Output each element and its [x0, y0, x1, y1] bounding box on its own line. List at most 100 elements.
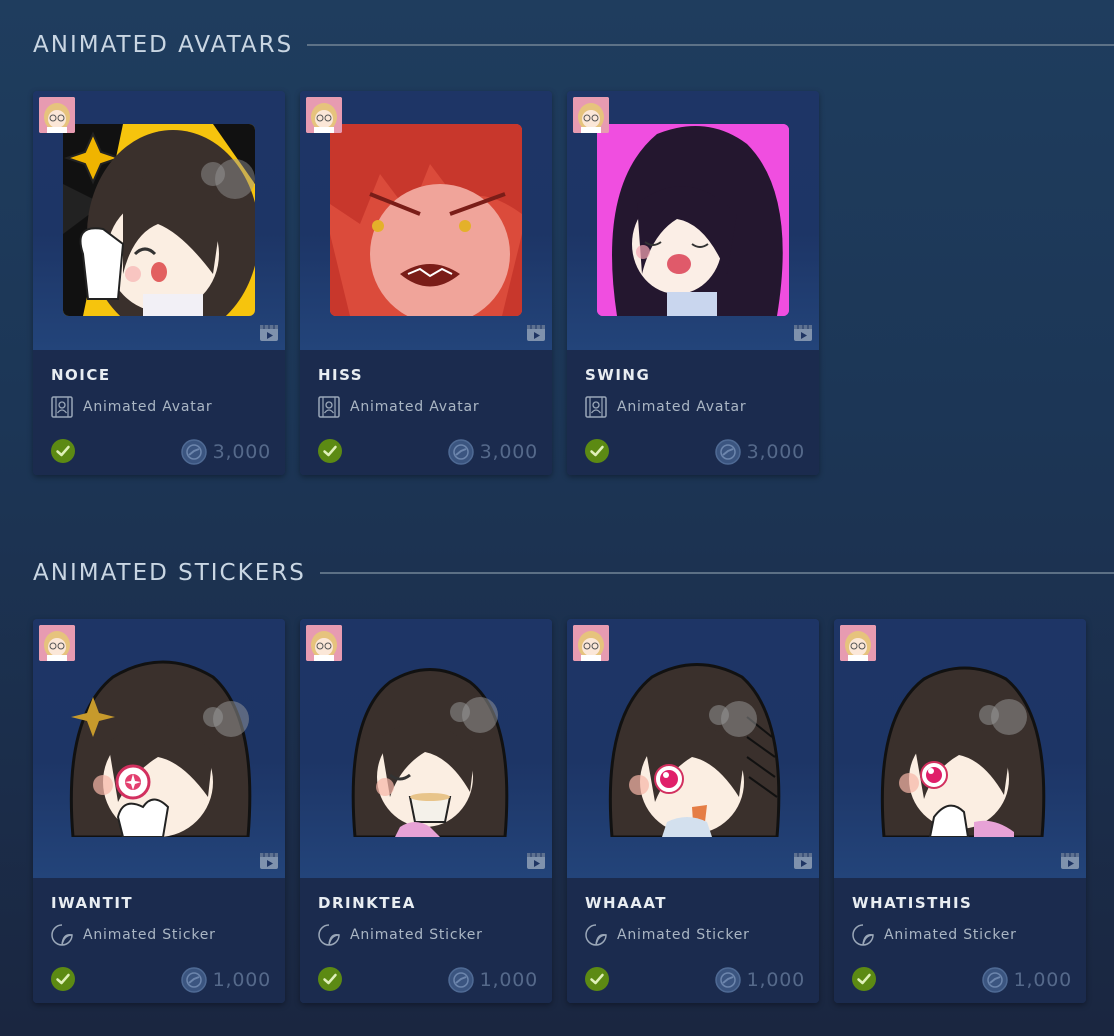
- whatisthis-artwork: [880, 666, 1046, 837]
- video-clip-icon: [1061, 853, 1079, 869]
- price: 3,000: [447, 439, 538, 465]
- item-card-iwantit[interactable]: IWANTIT Animated Sticker 1,000: [33, 619, 285, 1003]
- video-clip-icon: [260, 325, 278, 341]
- item-preview[interactable]: [567, 91, 819, 350]
- item-type-label: Animated Avatar: [83, 399, 213, 415]
- whaaat-artwork: [608, 663, 781, 837]
- noice-artwork: [63, 124, 255, 316]
- item-info: WHATISTHIS Animated Sticker 1,000: [834, 878, 1086, 1003]
- swing-artwork: [597, 124, 789, 316]
- item-preview[interactable]: [33, 619, 285, 878]
- section-header: ANIMATED AVATARS: [33, 30, 1114, 60]
- item-type: Animated Sticker: [318, 924, 483, 946]
- item-info: WHAAAT Animated Sticker 1,000: [567, 878, 819, 1003]
- item-name[interactable]: SWING: [585, 366, 650, 384]
- video-clip-icon: [527, 853, 545, 869]
- creator-avatar[interactable]: [306, 625, 342, 661]
- creator-avatar[interactable]: [39, 625, 75, 661]
- item-type-label: Animated Sticker: [617, 927, 750, 943]
- item-name[interactable]: IWANTIT: [51, 894, 133, 912]
- item-card-noice[interactable]: NOICE Animated Avatar 3,000: [33, 91, 285, 475]
- video-clip-icon: [794, 853, 812, 869]
- section-title: ANIMATED AVATARS: [33, 32, 294, 58]
- creator-avatar[interactable]: [573, 625, 609, 661]
- sticker-peel-icon: [585, 924, 607, 946]
- price: 1,000: [447, 967, 538, 993]
- price-value: 1,000: [212, 969, 271, 991]
- avatar-film-icon: [318, 396, 340, 418]
- price-value: 3,000: [479, 441, 538, 463]
- item-type: Animated Sticker: [852, 924, 1017, 946]
- steam-points-icon: [714, 439, 741, 465]
- item-name[interactable]: DRINKTEA: [318, 894, 416, 912]
- check-circle-icon: [318, 439, 342, 463]
- item-preview[interactable]: [300, 619, 552, 878]
- item-type-label: Animated Sticker: [83, 927, 216, 943]
- item-preview[interactable]: [567, 619, 819, 878]
- section-header: ANIMATED STICKERS: [33, 558, 1114, 588]
- check-circle-icon: [585, 439, 609, 463]
- video-clip-icon: [260, 853, 278, 869]
- item-card-hiss[interactable]: HISS Animated Avatar 3,000: [300, 91, 552, 475]
- item-card-whatisthis[interactable]: WHATISTHIS Animated Sticker 1,000: [834, 619, 1086, 1003]
- price: 3,000: [180, 439, 271, 465]
- avatar-film-icon: [585, 396, 607, 418]
- sticker-peel-icon: [852, 924, 874, 946]
- steam-points-icon: [714, 967, 741, 993]
- creator-avatar[interactable]: [39, 97, 75, 133]
- item-preview[interactable]: [834, 619, 1086, 878]
- price: 1,000: [981, 967, 1072, 993]
- check-circle-icon: [585, 967, 609, 991]
- steam-points-icon: [180, 967, 207, 993]
- sticker-artwork: [330, 657, 522, 837]
- steam-points-icon: [447, 967, 474, 993]
- iwantit-artwork: [69, 660, 252, 837]
- item-card-drinktea[interactable]: DRINKTEA Animated Sticker 1,000: [300, 619, 552, 1003]
- steam-points-icon: [447, 439, 474, 465]
- price: 1,000: [714, 967, 805, 993]
- item-type: Animated Avatar: [318, 396, 479, 418]
- item-type: Animated Avatar: [51, 396, 212, 418]
- price-value: 1,000: [479, 969, 538, 991]
- item-type-label: Animated Avatar: [350, 399, 480, 415]
- price: 1,000: [180, 967, 271, 993]
- section-animated-stickers: ANIMATED STICKERS IWANTIT Animated Stick…: [0, 556, 1114, 1016]
- item-preview[interactable]: [33, 91, 285, 350]
- creator-avatar[interactable]: [306, 97, 342, 133]
- check-circle-icon: [318, 967, 342, 991]
- item-name[interactable]: WHATISTHIS: [852, 894, 972, 912]
- drinktea-artwork: [351, 668, 509, 837]
- video-clip-icon: [794, 325, 812, 341]
- item-info: SWING Animated Avatar 3,000: [567, 350, 819, 475]
- item-name[interactable]: WHAAAT: [585, 894, 667, 912]
- item-type: Animated Sticker: [51, 924, 216, 946]
- price-value: 1,000: [746, 969, 805, 991]
- price-value: 1,000: [1013, 969, 1072, 991]
- avatar-film-icon: [51, 396, 73, 418]
- sticker-artwork: [864, 657, 1056, 837]
- sticker-artwork: [597, 657, 789, 837]
- item-type-label: Animated Sticker: [350, 927, 483, 943]
- avatar-artwork: [597, 124, 789, 316]
- item-card-swing[interactable]: SWING Animated Avatar 3,000: [567, 91, 819, 475]
- sticker-peel-icon: [318, 924, 340, 946]
- item-type: Animated Avatar: [585, 396, 746, 418]
- item-preview[interactable]: [300, 91, 552, 350]
- steam-points-icon: [981, 967, 1008, 993]
- price: 3,000: [714, 439, 805, 465]
- item-name[interactable]: NOICE: [51, 366, 111, 384]
- item-card-whaaat[interactable]: WHAAAT Animated Sticker 1,000: [567, 619, 819, 1003]
- section-divider: [319, 572, 1114, 574]
- section-animated-avatars: ANIMATED AVATARS NOICE Animated Avatar 3…: [0, 28, 1114, 488]
- creator-avatar[interactable]: [840, 625, 876, 661]
- sticker-peel-icon: [51, 924, 73, 946]
- hiss-artwork: [330, 124, 522, 316]
- section-divider: [307, 44, 1114, 46]
- item-type-label: Animated Avatar: [617, 399, 747, 415]
- item-info: NOICE Animated Avatar 3,000: [33, 350, 285, 475]
- avatar-artwork: [63, 124, 255, 316]
- item-type: Animated Sticker: [585, 924, 750, 946]
- creator-avatar[interactable]: [573, 97, 609, 133]
- item-name[interactable]: HISS: [318, 366, 363, 384]
- item-info: IWANTIT Animated Sticker 1,000: [33, 878, 285, 1003]
